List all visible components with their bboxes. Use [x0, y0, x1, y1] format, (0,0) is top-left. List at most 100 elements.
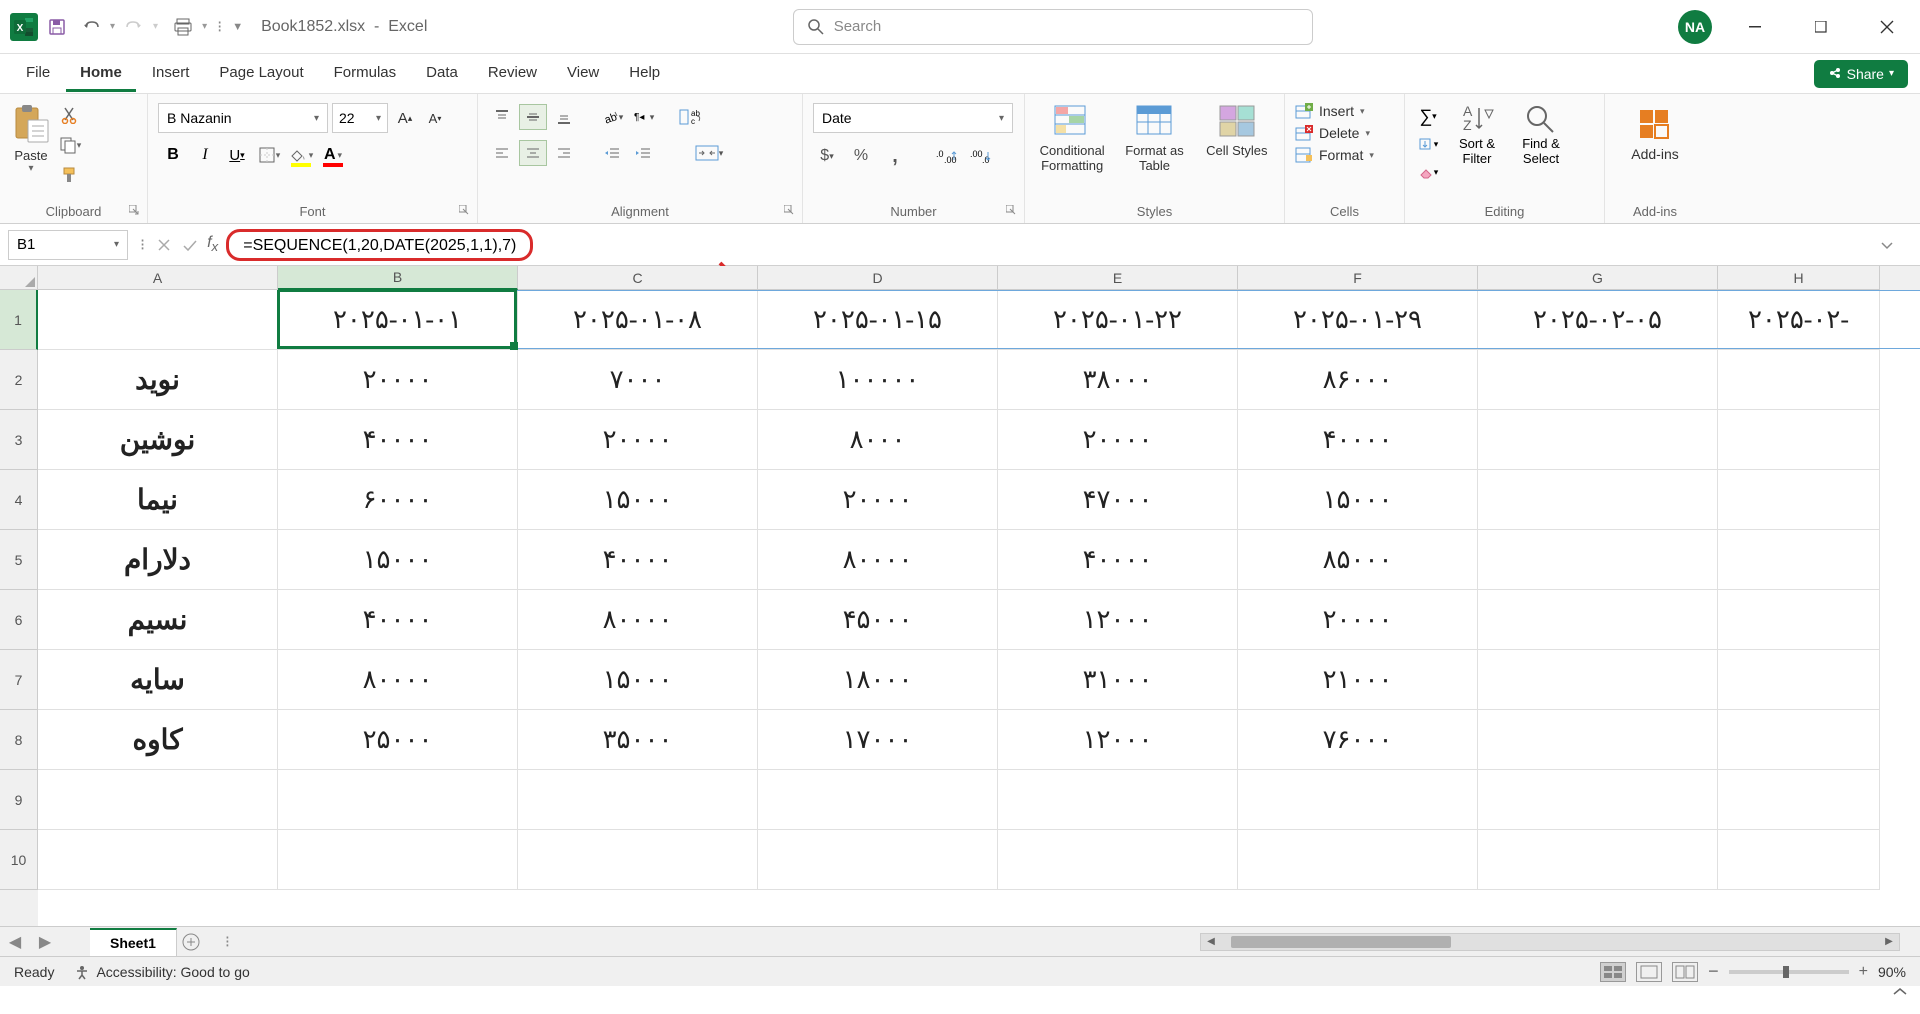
- tab-page-layout[interactable]: Page Layout: [205, 56, 317, 92]
- cell-C1[interactable]: ۲۰۲۵-۰۱-۰۸: [518, 290, 758, 350]
- cell-D1[interactable]: ۲۰۲۵-۰۱-۱۵: [758, 290, 998, 350]
- customize-qat[interactable]: ▼: [232, 21, 243, 33]
- fill-color-button[interactable]: ▾: [286, 140, 316, 170]
- alignment-dialog-launcher[interactable]: [784, 205, 796, 217]
- cell-E10[interactable]: [998, 830, 1238, 890]
- borders-button[interactable]: ▾: [254, 140, 284, 170]
- merge-button[interactable]: ▾: [691, 140, 727, 166]
- align-middle[interactable]: [519, 104, 547, 130]
- save-button[interactable]: [42, 12, 72, 42]
- cell-H2[interactable]: [1718, 350, 1880, 410]
- cell-B8[interactable]: ۲۵۰۰۰: [278, 710, 518, 770]
- rtl-button[interactable]: ¶◂▾: [629, 104, 657, 130]
- cell-A9[interactable]: [38, 770, 278, 830]
- cell-D10[interactable]: [758, 830, 998, 890]
- decrease-indent[interactable]: [598, 140, 626, 166]
- col-header-E[interactable]: E: [998, 266, 1238, 290]
- orientation-button[interactable]: ab▾: [598, 104, 626, 130]
- cell-F3[interactable]: ۴۰۰۰۰: [1238, 410, 1478, 470]
- delete-cells-button[interactable]: Delete ▾: [1295, 125, 1374, 141]
- align-top[interactable]: [488, 104, 516, 130]
- user-avatar[interactable]: NA: [1678, 10, 1712, 44]
- sheet-tab-active[interactable]: Sheet1: [90, 928, 177, 956]
- col-header-A[interactable]: A: [38, 266, 278, 290]
- cell-B5[interactable]: ۱۵۰۰۰: [278, 530, 518, 590]
- cell-C5[interactable]: ۴۰۰۰۰: [518, 530, 758, 590]
- cell-F10[interactable]: [1238, 830, 1478, 890]
- cell-E6[interactable]: ۱۲۰۰۰: [998, 590, 1238, 650]
- increase-decimal[interactable]: .0.00: [933, 143, 961, 169]
- cell-B2[interactable]: ۲۰۰۰۰: [278, 350, 518, 410]
- horizontal-scrollbar[interactable]: ◀ ▶: [1200, 933, 1900, 951]
- cell-H4[interactable]: [1718, 470, 1880, 530]
- tab-view[interactable]: View: [553, 56, 613, 92]
- cell-G1[interactable]: ۲۰۲۵-۰۲-۰۵: [1478, 290, 1718, 350]
- cut-button[interactable]: [58, 104, 82, 126]
- cell-G4[interactable]: [1478, 470, 1718, 530]
- cell-B3[interactable]: ۴۰۰۰۰: [278, 410, 518, 470]
- cell-C4[interactable]: ۱۵۰۰۰: [518, 470, 758, 530]
- align-bottom[interactable]: [550, 104, 578, 130]
- redo-button[interactable]: [119, 12, 149, 42]
- print-button[interactable]: [168, 12, 198, 42]
- font-size-selector[interactable]: 22▾: [332, 103, 388, 133]
- cell-G5[interactable]: [1478, 530, 1718, 590]
- formula-input[interactable]: =SEQUENCE(1,20,DATE(2025,1,1),7): [226, 229, 1874, 261]
- collapse-ribbon-button[interactable]: [1890, 982, 1910, 1002]
- row-header-9[interactable]: 9: [0, 770, 38, 830]
- cell-B7[interactable]: ۸۰۰۰۰: [278, 650, 518, 710]
- cell-B1[interactable]: ۲۰۲۵-۰۱-۰۱: [278, 290, 518, 350]
- wrap-text-button[interactable]: abc: [673, 104, 709, 130]
- row-header-1[interactable]: 1: [0, 290, 38, 350]
- cell-E5[interactable]: ۴۰۰۰۰: [998, 530, 1238, 590]
- cell-styles-button[interactable]: Cell Styles: [1200, 102, 1274, 158]
- cell-D6[interactable]: ۴۵۰۰۰: [758, 590, 998, 650]
- row-header-6[interactable]: 6: [0, 590, 38, 650]
- cell-G7[interactable]: [1478, 650, 1718, 710]
- sheet-nav-prev[interactable]: ◀: [0, 930, 30, 954]
- cell-B4[interactable]: ۶۰۰۰۰: [278, 470, 518, 530]
- italic-button[interactable]: I: [190, 140, 220, 170]
- row-header-4[interactable]: 4: [0, 470, 38, 530]
- row-header-2[interactable]: 2: [0, 350, 38, 410]
- cell-B10[interactable]: [278, 830, 518, 890]
- minimize-button[interactable]: [1732, 12, 1778, 42]
- addins-button[interactable]: Add-ins: [1631, 98, 1678, 162]
- cell-H9[interactable]: [1718, 770, 1880, 830]
- tab-data[interactable]: Data: [412, 56, 472, 92]
- align-left[interactable]: [488, 140, 516, 166]
- cell-A10[interactable]: [38, 830, 278, 890]
- cell-H10[interactable]: [1718, 830, 1880, 890]
- zoom-out-button[interactable]: −: [1708, 961, 1719, 982]
- cell-D2[interactable]: ۱۰۰۰۰۰: [758, 350, 998, 410]
- bold-button[interactable]: B: [158, 140, 188, 170]
- cell-E1[interactable]: ۲۰۲۵-۰۱-۲۲: [998, 290, 1238, 350]
- autosum-button[interactable]: ∑▾: [1415, 105, 1441, 127]
- col-header-B[interactable]: B: [278, 266, 518, 290]
- cell-E3[interactable]: ۲۰۰۰۰: [998, 410, 1238, 470]
- format-as-table-button[interactable]: Format as Table: [1117, 102, 1191, 173]
- spreadsheet-grid[interactable]: ABCDEFGH 12345678910 ۲۰۲۵-۰۱-۰۱۲۰۲۵-۰۱-۰…: [0, 266, 1920, 926]
- tab-file[interactable]: File: [12, 56, 64, 92]
- cell-A4[interactable]: نیما: [38, 470, 278, 530]
- cell-B6[interactable]: ۴۰۰۰۰: [278, 590, 518, 650]
- cell-G3[interactable]: [1478, 410, 1718, 470]
- page-break-view-button[interactable]: [1672, 962, 1698, 982]
- copy-button[interactable]: ▾: [58, 134, 82, 156]
- cell-F9[interactable]: [1238, 770, 1478, 830]
- zoom-slider[interactable]: [1729, 970, 1849, 974]
- cell-G9[interactable]: [1478, 770, 1718, 830]
- cell-D7[interactable]: ۱۸۰۰۰: [758, 650, 998, 710]
- cell-A5[interactable]: دلارام: [38, 530, 278, 590]
- cell-A7[interactable]: سایه: [38, 650, 278, 710]
- tab-formulas[interactable]: Formulas: [320, 56, 411, 92]
- zoom-in-button[interactable]: +: [1859, 963, 1868, 981]
- align-right[interactable]: [550, 140, 578, 166]
- paste-button[interactable]: Paste ▾: [10, 98, 52, 174]
- accounting-format[interactable]: $▾: [813, 143, 841, 169]
- tab-insert[interactable]: Insert: [138, 56, 204, 92]
- cell-C3[interactable]: ۲۰۰۰۰: [518, 410, 758, 470]
- cell-H8[interactable]: [1718, 710, 1880, 770]
- cell-B9[interactable]: [278, 770, 518, 830]
- conditional-formatting-button[interactable]: Conditional Formatting: [1035, 102, 1109, 173]
